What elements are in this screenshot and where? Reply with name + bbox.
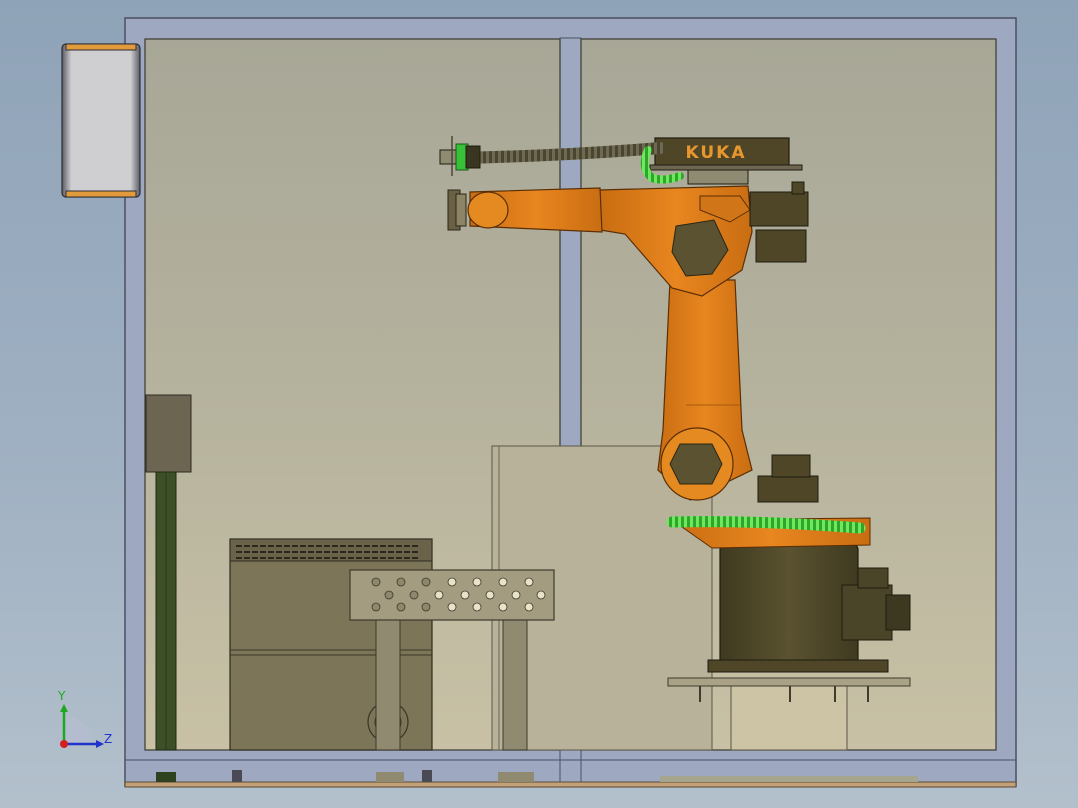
triad-z-label: Z [104,732,112,746]
cad-viewport[interactable]: KUKA Y Z [0,0,1078,808]
side-door[interactable] [61,43,141,198]
axis-motors[interactable] [749,181,809,263]
scene-svg[interactable]: KUKA Y Z [0,0,1078,808]
base-cable [666,516,866,534]
kuka-logo: KUKA [685,143,746,163]
axis-triad-icon [60,704,104,748]
triad-y-label: Y [57,689,66,703]
robot-forearm[interactable] [447,187,603,233]
